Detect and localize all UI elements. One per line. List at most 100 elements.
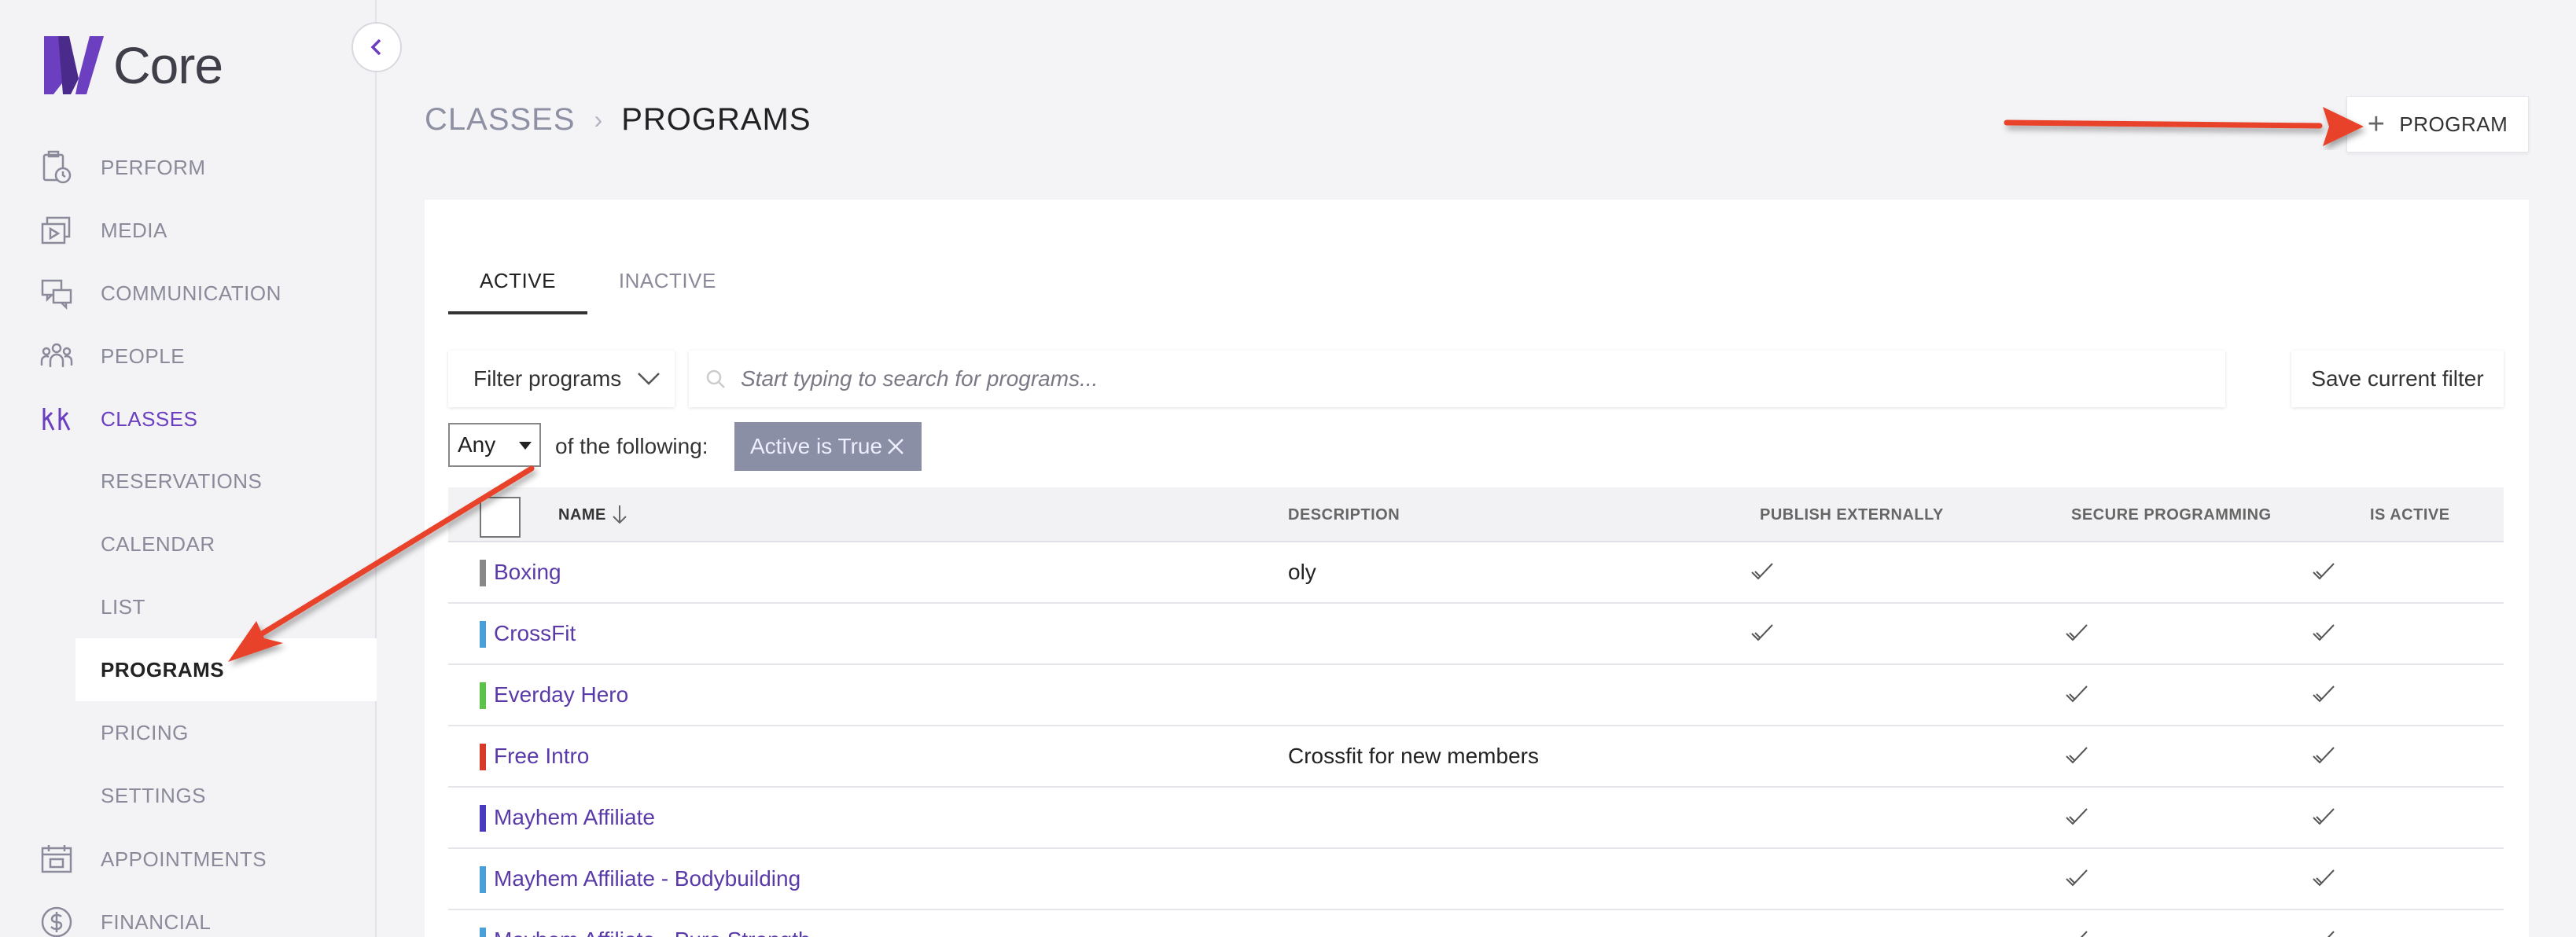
programs-table: NAME DESCRIPTION PUBLISH EXTERNALLY SECU… bbox=[448, 487, 2504, 937]
active-check-icon bbox=[2312, 561, 2335, 582]
sidebar-subitem-label: PROGRAMS bbox=[101, 657, 225, 682]
column-publish-externally[interactable]: PUBLISH EXTERNALLY bbox=[1760, 506, 1944, 524]
table-row[interactable]: Mayhem Affiliate - Bodybuilding bbox=[448, 849, 2504, 910]
filter-programs-button[interactable]: Filter programs bbox=[448, 351, 675, 407]
programs-card: ACTIVE INACTIVE Filter programs Save cur… bbox=[425, 200, 2529, 937]
active-check-icon bbox=[2312, 745, 2335, 766]
breadcrumb: CLASSES › PROGRAMS bbox=[425, 102, 811, 138]
program-color-swatch bbox=[480, 928, 486, 937]
filter-chip[interactable]: Active is True bbox=[734, 422, 922, 471]
publish-check-icon bbox=[1750, 623, 1774, 643]
program-name-link[interactable]: CrossFit bbox=[494, 621, 576, 646]
app-logo[interactable]: Core bbox=[41, 33, 223, 97]
tab-active[interactable]: ACTIVE bbox=[448, 263, 587, 314]
search-input[interactable] bbox=[741, 366, 2156, 391]
secure-check-icon bbox=[2065, 745, 2088, 766]
table-row[interactable]: Free Intro Crossfit for new members bbox=[448, 726, 2504, 788]
chevron-down-icon bbox=[638, 373, 661, 385]
save-current-filter-button[interactable]: Save current filter bbox=[2291, 351, 2504, 407]
active-check-icon bbox=[2312, 868, 2335, 888]
w-logo-icon bbox=[44, 36, 104, 94]
program-description: oly bbox=[1288, 560, 1316, 584]
table-header: NAME DESCRIPTION PUBLISH EXTERNALLY SECU… bbox=[448, 487, 2504, 542]
sidebar-item-perform[interactable]: PERFORM bbox=[0, 137, 377, 198]
sidebar-subitem-list[interactable]: LIST bbox=[75, 575, 377, 638]
table-row[interactable]: Mayhem Affiliate bbox=[448, 788, 2504, 849]
sidebar-item-classes[interactable]: CLASSES bbox=[0, 388, 377, 450]
tab-inactive[interactable]: INACTIVE bbox=[587, 263, 748, 314]
people-group-icon bbox=[38, 337, 75, 375]
filter-chip-label: Active is True bbox=[750, 434, 883, 458]
column-is-active[interactable]: IS ACTIVE bbox=[2370, 506, 2450, 524]
sidebar-item-label: FINANCIAL bbox=[101, 909, 212, 934]
filter-programs-label: Filter programs bbox=[473, 366, 622, 391]
sidebar-item-label: COMMUNICATION bbox=[101, 281, 282, 305]
sidebar-subitem-settings[interactable]: SETTINGS bbox=[75, 764, 377, 827]
table-row[interactable]: Everday Hero bbox=[448, 665, 2504, 726]
sidebar-item-label: MEDIA bbox=[101, 218, 167, 242]
active-check-icon bbox=[2312, 807, 2335, 827]
active-check-icon bbox=[2312, 684, 2335, 704]
sidebar-item-people[interactable]: PEOPLE bbox=[0, 325, 377, 387]
sidebar-subitem-calendar[interactable]: CALENDAR bbox=[75, 513, 377, 575]
column-description[interactable]: DESCRIPTION bbox=[1288, 506, 1400, 524]
program-name-link[interactable]: Mayhem Affiliate - Bodybuilding bbox=[494, 866, 800, 891]
sidebar-item-financial[interactable]: FINANCIAL bbox=[0, 891, 377, 937]
add-program-label: PROGRAM bbox=[2399, 112, 2508, 136]
caret-down-icon bbox=[519, 442, 532, 450]
calendar-icon bbox=[38, 840, 75, 878]
dollar-icon bbox=[38, 903, 75, 937]
program-name-link[interactable]: Boxing bbox=[494, 560, 561, 585]
breadcrumb-classes[interactable]: CLASSES bbox=[425, 102, 576, 138]
logo-text: Core bbox=[113, 36, 223, 94]
chevron-left-icon bbox=[370, 39, 381, 56]
sort-arrow-down-icon[interactable] bbox=[610, 503, 629, 525]
add-program-button[interactable]: + PROGRAM bbox=[2346, 96, 2529, 152]
table-row[interactable]: Mayhem Affiliate - Pure Strength bbox=[448, 910, 2504, 937]
program-color-swatch bbox=[480, 805, 486, 832]
table-row[interactable]: CrossFit bbox=[448, 604, 2504, 665]
sidebar-item-media[interactable]: MEDIA bbox=[0, 200, 377, 261]
program-name-link[interactable]: Free Intro bbox=[494, 744, 589, 769]
sidebar-subitem-label: SETTINGS bbox=[101, 783, 207, 807]
search-icon bbox=[706, 369, 725, 388]
sidebar-item-label: CLASSES bbox=[101, 406, 198, 431]
program-color-swatch bbox=[480, 744, 486, 770]
sidebar-item-label: PERFORM bbox=[101, 155, 206, 179]
sidebar-subitem-reservations[interactable]: RESERVATIONS bbox=[75, 450, 377, 513]
secure-check-icon bbox=[2065, 807, 2088, 827]
breadcrumb-separator: › bbox=[594, 105, 603, 134]
table-body: Boxing oly CrossFit Everday Hero Free Intro C… bbox=[448, 542, 2504, 937]
sidebar-subitem-label: RESERVATIONS bbox=[101, 468, 263, 493]
select-all-checkbox[interactable] bbox=[480, 497, 521, 538]
classes-icon bbox=[38, 400, 75, 438]
program-name-link[interactable]: Mayhem Affiliate - Pure Strength bbox=[494, 928, 811, 937]
close-icon[interactable] bbox=[885, 436, 906, 457]
secure-check-icon bbox=[2065, 623, 2088, 643]
arrow-to-add-program bbox=[2004, 107, 2364, 146]
sidebar-subitem-label: PRICING bbox=[101, 720, 189, 744]
status-tabs: ACTIVE INACTIVE bbox=[448, 263, 748, 314]
sidebar-subitem-pricing[interactable]: PRICING bbox=[75, 701, 377, 764]
plus-icon: + bbox=[2367, 108, 2386, 141]
table-row[interactable]: Boxing oly bbox=[448, 542, 2504, 604]
clipboard-clock-icon bbox=[38, 149, 75, 186]
chat-bubbles-icon bbox=[38, 274, 75, 312]
match-mode-select[interactable]: Any bbox=[448, 423, 541, 467]
program-name-link[interactable]: Everday Hero bbox=[494, 682, 628, 707]
program-color-swatch bbox=[480, 621, 486, 648]
column-secure-programming[interactable]: SECURE PROGRAMMING bbox=[2071, 506, 2272, 524]
publish-check-icon bbox=[1750, 561, 1774, 582]
column-name[interactable]: NAME bbox=[558, 506, 606, 524]
search-box bbox=[689, 351, 2225, 407]
sidebar-item-communication[interactable]: COMMUNICATION bbox=[0, 263, 377, 324]
program-color-swatch bbox=[480, 866, 486, 893]
media-play-icon bbox=[38, 211, 75, 249]
active-check-icon bbox=[2312, 929, 2335, 937]
sidebar-subitem-programs[interactable]: PROGRAMS bbox=[75, 638, 377, 701]
program-name-link[interactable]: Mayhem Affiliate bbox=[494, 805, 655, 830]
collapse-sidebar-button[interactable] bbox=[351, 22, 402, 72]
sidebar-item-appointments[interactable]: APPOINTMENTS bbox=[0, 829, 377, 890]
sidebar: Core PERFORM MEDIA COMMUNICATION PEOPLE … bbox=[0, 0, 377, 937]
secure-check-icon bbox=[2065, 929, 2088, 937]
